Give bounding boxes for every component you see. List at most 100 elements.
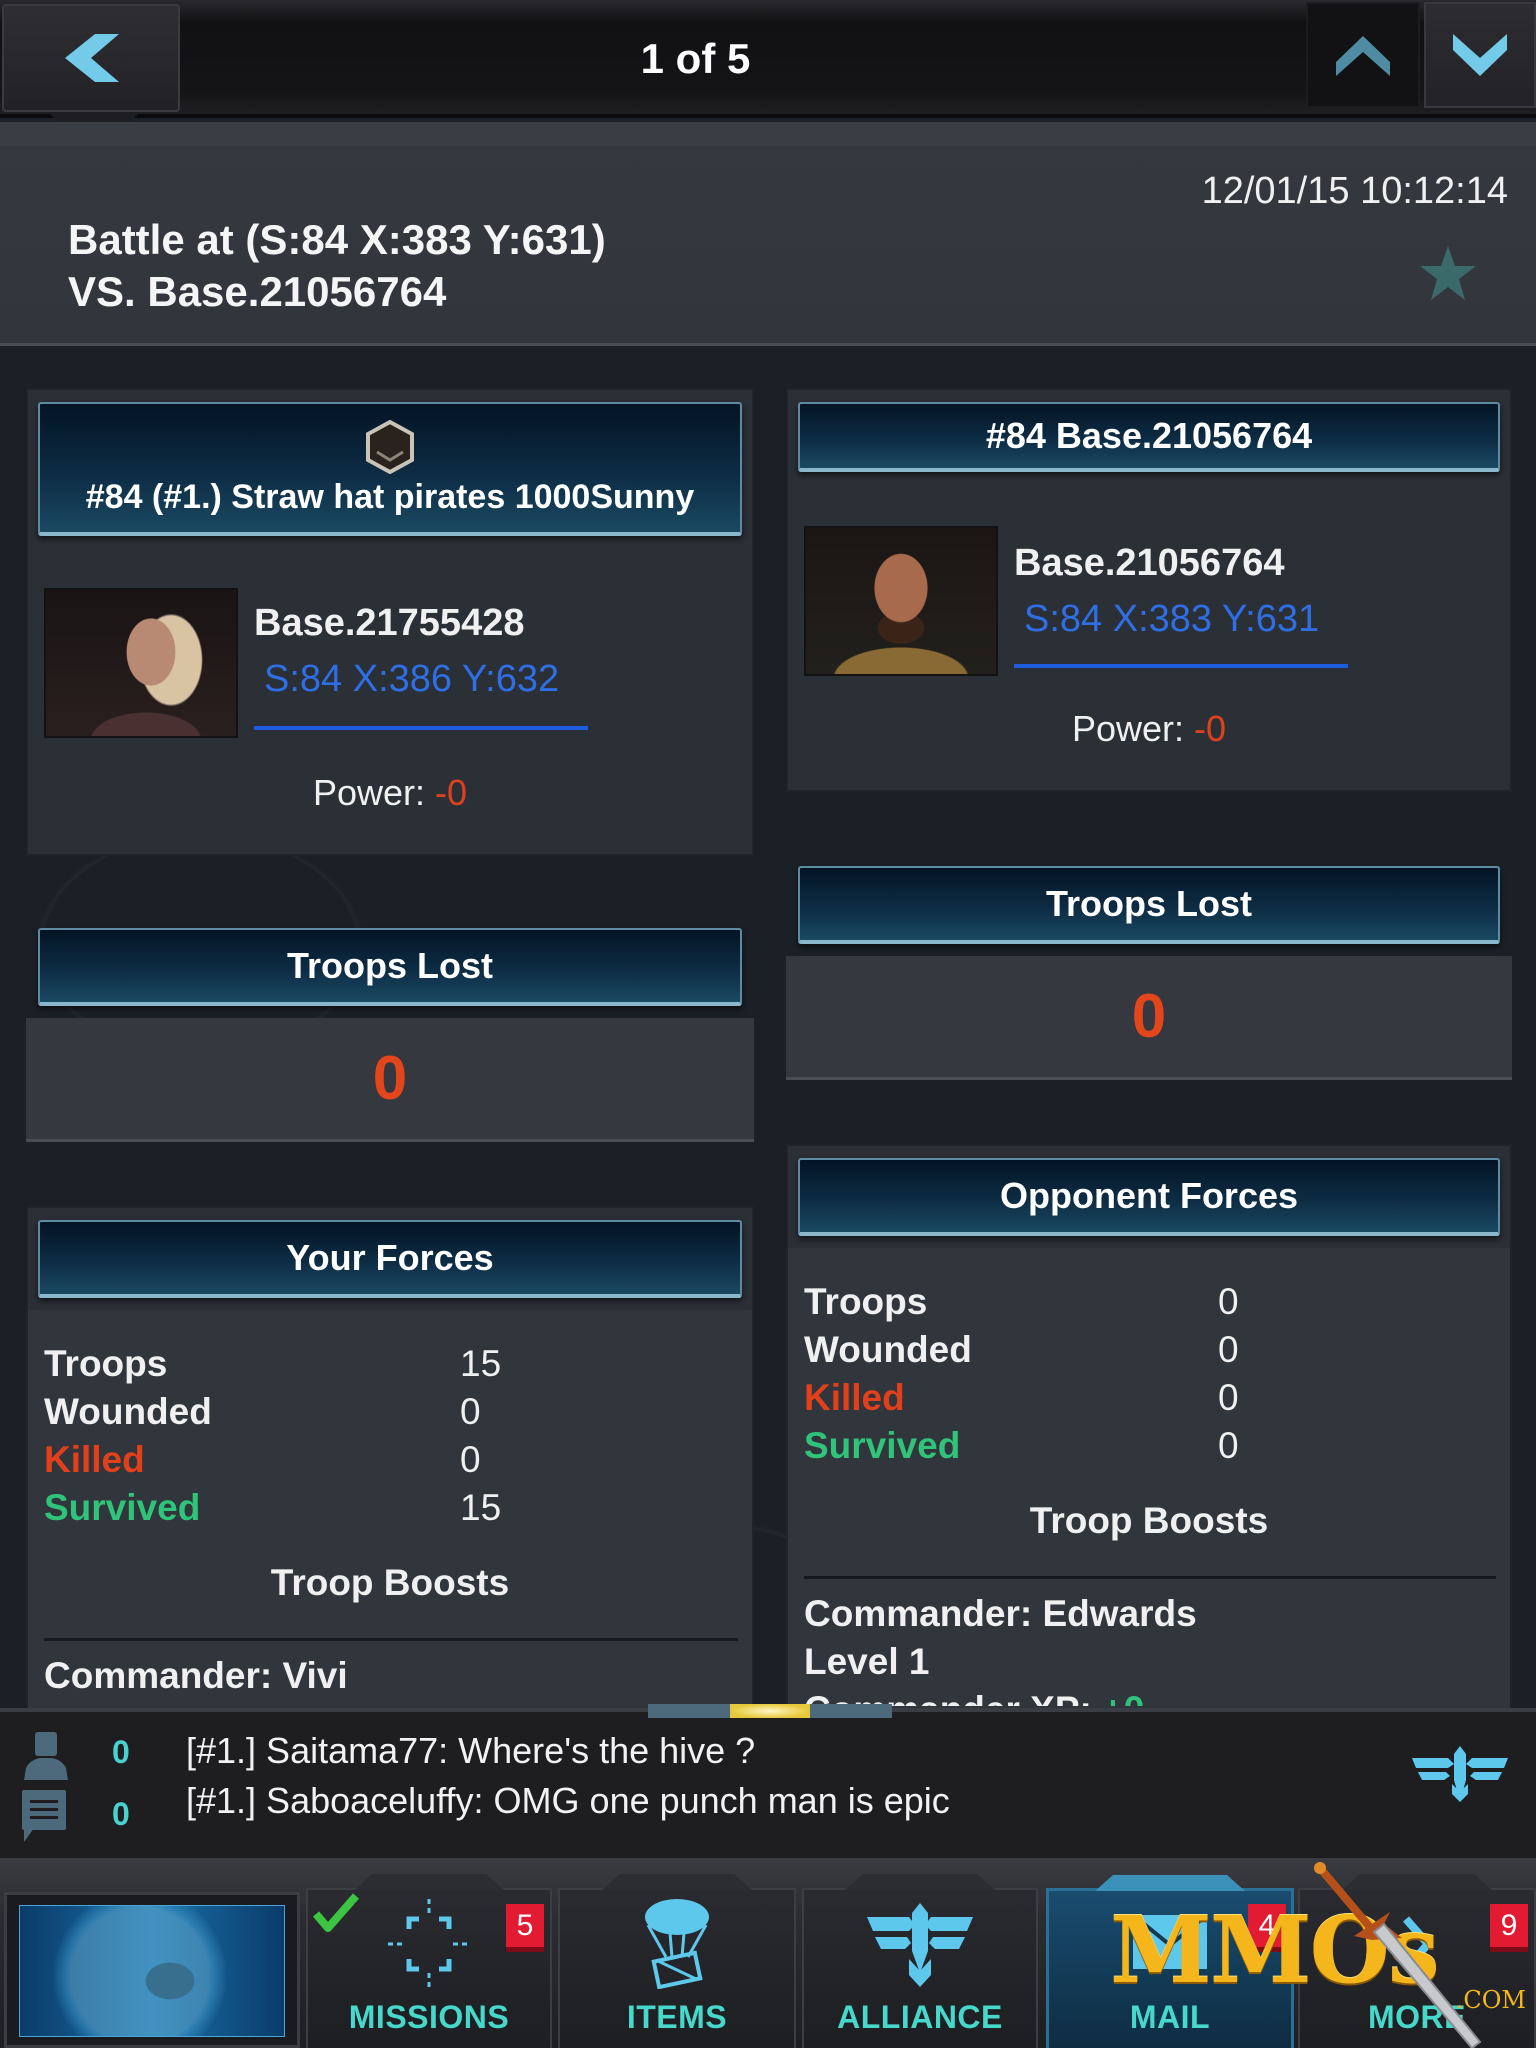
attacker-coords-link[interactable]: S:84 X:386 Y:632 xyxy=(264,658,559,701)
chat-messages-icon[interactable] xyxy=(20,1788,68,1844)
your-forces-banner: Your Forces xyxy=(38,1220,742,1298)
report-timestamp: 12/01/15 10:12:14 xyxy=(1201,170,1508,212)
chat-message: [#1.] Saitama77: Where's the hive ? xyxy=(186,1730,756,1771)
stat-label: Wounded xyxy=(44,1391,212,1432)
power-label: Power: xyxy=(1071,708,1184,749)
tab-notch xyxy=(354,1874,504,1890)
attacker-commander: Commander: Vivi xyxy=(44,1655,348,1696)
attacker-troops-lost-banner: Troops Lost xyxy=(38,928,742,1006)
defender-banner: #84 Base.21056764 xyxy=(798,402,1500,472)
envelope-icon xyxy=(1131,1913,1209,1969)
tab-notch xyxy=(1095,1875,1245,1891)
battle-title: Battle at (S:84 X:383 Y:631) VS. Base.21… xyxy=(68,214,606,318)
stat-label: Wounded xyxy=(804,1329,972,1370)
stat-value: 0 xyxy=(1218,1377,1239,1418)
power-label: Power: xyxy=(312,772,425,813)
online-players-icon[interactable] xyxy=(20,1730,72,1782)
stat-label: Survived xyxy=(804,1425,961,1466)
stat-value: 0 xyxy=(1218,1329,1239,1370)
divider xyxy=(44,1638,738,1641)
tab-notch xyxy=(1342,1874,1492,1890)
unread-count: 0 xyxy=(112,1796,130,1832)
defender-banner-text: #84 Base.21056764 xyxy=(985,415,1313,456)
troops-lost-title: Troops Lost xyxy=(1046,883,1252,924)
stat-label: Troops xyxy=(44,1343,168,1384)
defender-coords-link[interactable]: S:84 X:383 Y:631 xyxy=(1024,598,1319,641)
attacker-coords-underline xyxy=(254,726,588,730)
stat-label: Killed xyxy=(804,1377,905,1418)
stat-value: 0 xyxy=(1218,1281,1239,1322)
stat-label: Troops xyxy=(804,1281,928,1322)
attacker-base-name: Base.21755428 xyxy=(254,602,525,644)
defender-commander-level: Level 1 xyxy=(804,1641,930,1682)
opponent-forces-banner: Opponent Forces xyxy=(798,1158,1500,1236)
defender-coords-underline xyxy=(1014,664,1348,668)
more-icon xyxy=(1402,1916,1434,1972)
attacker-power: Power: -0 xyxy=(26,772,754,814)
chevron-left-icon xyxy=(65,34,119,82)
divider xyxy=(0,122,1536,146)
tab-notch xyxy=(602,1874,752,1890)
tab-label: MORE xyxy=(1368,1999,1466,2035)
chat-message: [#1.] Saboaceluffy: OMG one punch man is… xyxy=(186,1780,950,1821)
attacker-alliance-banner: #84 (#1.) Straw hat pirates 1000Sunny xyxy=(38,402,742,536)
missions-badge: 5 xyxy=(506,1904,544,1952)
opponent-forces-title: Opponent Forces xyxy=(999,1175,1299,1216)
chevron-up-icon xyxy=(1336,36,1390,76)
world-map-button[interactable] xyxy=(4,1892,300,2048)
chat-drag-handle[interactable] xyxy=(648,1704,892,1718)
tab-items[interactable]: ITEMS xyxy=(558,1874,796,2048)
tab-label: MAIL xyxy=(1129,1999,1211,2035)
stat-value: 15 xyxy=(460,1343,502,1384)
alliance-chat-icon[interactable] xyxy=(1408,1744,1512,1804)
more-badge: 9 xyxy=(1490,1904,1528,1952)
power-value: -0 xyxy=(435,772,468,813)
xp-value: +0 xyxy=(1102,1689,1144,1706)
pager-label: 1 of 5 xyxy=(640,35,751,82)
eagle-icon xyxy=(867,1903,973,1987)
tab-label: ITEMS xyxy=(626,1999,728,2035)
tab-label: ALLIANCE xyxy=(837,1999,1003,2035)
tab-label: MISSIONS xyxy=(348,1999,510,2035)
parachute-crate-icon xyxy=(645,1899,709,1989)
tab-notch xyxy=(845,1874,995,1890)
defender-power: Power: -0 xyxy=(786,708,1512,750)
troop-boosts-title: Troop Boosts xyxy=(1029,1500,1269,1541)
attacker-troops-lost-value: 0 xyxy=(26,1018,754,1142)
power-value: -0 xyxy=(1194,708,1227,749)
troop-boosts-title: Troop Boosts xyxy=(270,1562,510,1603)
stat-value: 15 xyxy=(460,1487,502,1528)
mail-badge: 4 xyxy=(1248,1904,1286,1952)
back-button[interactable] xyxy=(2,4,180,112)
troops-lost-title: Troops Lost xyxy=(287,945,493,986)
stat-value: 0 xyxy=(460,1391,481,1432)
defender-commander: Commander: Edwards xyxy=(804,1593,1197,1634)
defender-base-name: Base.21056764 xyxy=(1014,542,1285,584)
attacker-avatar[interactable] xyxy=(44,588,238,738)
defender-troops-lost-banner: Troops Lost xyxy=(798,866,1500,944)
star-icon[interactable] xyxy=(1418,244,1478,302)
chat-handle-indicator xyxy=(730,1704,810,1718)
defender-troops-lost-value: 0 xyxy=(786,956,1512,1080)
online-count: 0 xyxy=(112,1734,130,1770)
your-forces-title: Your Forces xyxy=(286,1237,494,1278)
stat-label: Survived xyxy=(44,1487,201,1528)
crosshair-icon xyxy=(388,1899,470,1989)
tab-alliance[interactable]: ALLIANCE xyxy=(802,1874,1038,2048)
stat-value: 0 xyxy=(460,1439,481,1480)
divider xyxy=(804,1576,1496,1579)
chevron-down-icon xyxy=(1453,34,1507,76)
globe-icon xyxy=(19,1905,285,2037)
defender-commander-xp: Commander XP: +0 xyxy=(804,1686,1144,1706)
top-bar: 1 of 5 xyxy=(0,0,1536,118)
stat-value: 0 xyxy=(1218,1425,1239,1466)
attacker-banner-text: #84 (#1.) Straw hat pirates 1000Sunny xyxy=(85,477,695,516)
stat-label: Killed xyxy=(44,1439,145,1480)
defender-avatar[interactable] xyxy=(804,526,998,676)
checkmark-icon xyxy=(312,1893,360,1932)
report-header: 12/01/15 10:12:14 Battle at (S:84 X:383 … xyxy=(0,146,1536,346)
alliance-rank-badge-icon xyxy=(366,419,414,474)
previous-report-button[interactable] xyxy=(1306,2,1420,108)
next-report-button[interactable] xyxy=(1424,2,1536,108)
battle-location: Battle at (S:84 X:383 Y:631) xyxy=(68,216,606,263)
